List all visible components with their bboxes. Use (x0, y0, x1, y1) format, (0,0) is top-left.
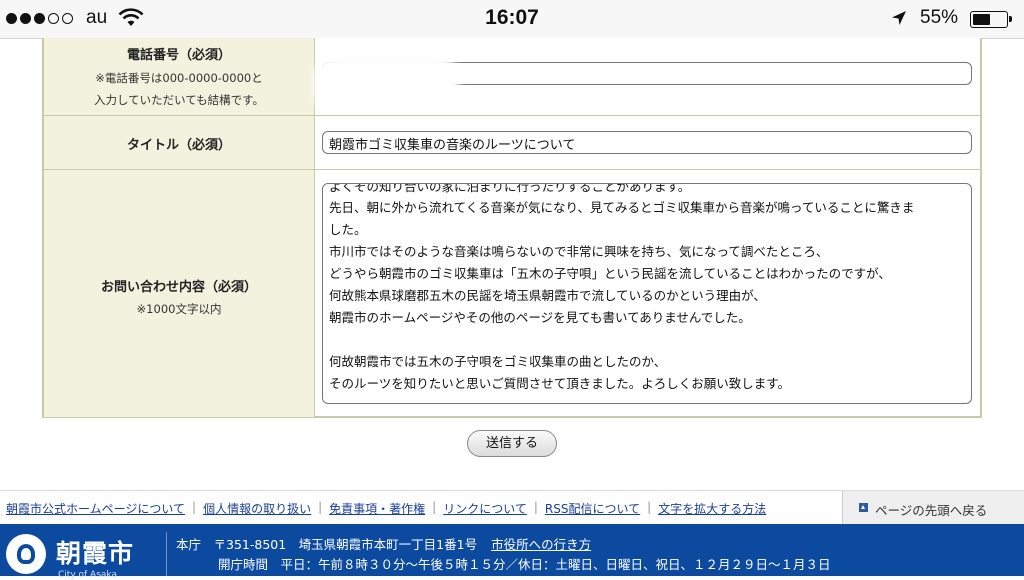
city-logo-en: City of Asaka (58, 570, 117, 580)
phone-note-1: ※電話番号は000-0000-0000と (95, 71, 263, 85)
redacted-area (314, 56, 459, 114)
footer-link-disclaimer[interactable]: 免責事項・著作権 (329, 500, 425, 517)
status-bar: au 16:07 55% (0, 0, 1024, 39)
title-label-cell: タイトル（必須） (44, 116, 315, 170)
inquiry-row: お問い合わせ内容（必須） ※1000文字以内 よくその知り合いの家に泊まりに行っ… (44, 169, 980, 417)
title-input[interactable]: 朝霞市ゴミ収集車の音楽のルーツについて (322, 131, 972, 154)
footer-address: 本庁 〒351-8501 埼玉県朝霞市本町一丁目1番1号 市役所への行き方 (176, 534, 591, 553)
textarea-line: 市川市ではそのような音楽は鳴らないので非常に興味を持ち、気になって調べたところ、 (329, 244, 829, 259)
back-to-top-label: ページの先頭へ戻る (875, 503, 988, 518)
textarea-line: した。 (329, 222, 367, 237)
link-separator: | (192, 500, 197, 514)
textarea-line: 朝霞市のホームページやその他のページを見ても書いてありませんでした。 (329, 310, 751, 325)
city-emblem-icon (6, 534, 46, 574)
footer-link-about[interactable]: 朝霞市公式ホームページについて (6, 500, 185, 517)
submit-button[interactable]: 送信する (467, 430, 557, 457)
battery-percent: 55% (920, 7, 959, 28)
phone-label-cell: 電話番号（必須） ※電話番号は000-0000-0000と 入力していただいても… (44, 38, 315, 115)
inquiry-label-cell: お問い合わせ内容（必須） ※1000文字以内 (44, 170, 315, 417)
textarea-line: 何故朝霞市では五木の子守唄をゴミ収集車の曲としたのか、 (329, 354, 667, 369)
title-label: タイトル（必須） (126, 138, 231, 153)
title-row: タイトル（必須） 朝霞市ゴミ収集車の音楽のルーツについて (44, 115, 980, 170)
status-time: 16:07 (485, 6, 539, 29)
footer-divider (166, 532, 167, 576)
link-separator: | (318, 500, 323, 514)
link-separator: | (533, 500, 538, 514)
inquiry-form-table: 電話番号（必須） ※電話番号は000-0000-0000と 入力していただいても… (42, 38, 982, 418)
textarea-line: よくその知り合いの家に泊まりに行ったりすることがあります。 (329, 183, 691, 194)
footer-link-privacy[interactable]: 個人情報の取り扱い (203, 500, 311, 517)
city-logo[interactable]: 朝霞市 City of Asaka (6, 530, 166, 580)
link-separator: | (647, 500, 652, 514)
footer-link-links[interactable]: リンクについて (443, 500, 527, 517)
title-input-value: 朝霞市ゴミ収集車の音楽のルーツについて (329, 138, 576, 153)
footer-link-text-size[interactable]: 文字を拡大する方法 (658, 500, 766, 517)
inquiry-textarea[interactable]: よくその知り合いの家に泊まりに行ったりすることがあります。 先日、朝に外から流れ… (322, 183, 972, 404)
back-to-top-button[interactable]: ページの先頭へ戻る (842, 491, 1024, 525)
textarea-line: 何故熊本県球磨郡五木の民謡を埼玉県朝霞市で流しているのかという理由が、 (329, 288, 766, 303)
inquiry-label: お問い合わせ内容（必須） (100, 280, 257, 295)
access-link[interactable]: 市役所への行き方 (491, 537, 591, 552)
address-text: 本庁 〒351-8501 埼玉県朝霞市本町一丁目1番1号 (176, 537, 478, 552)
arrow-up-icon (859, 503, 868, 512)
footer-links-bar: 朝霞市公式ホームページについて | 個人情報の取り扱い | 免責事項・著作権 |… (0, 490, 1024, 525)
footer-link-rss[interactable]: RSS配信について (545, 500, 640, 517)
phone-note-2: 入力していただいても結構です。 (93, 93, 265, 107)
phone-row: 電話番号（必須） ※電話番号は000-0000-0000と 入力していただいても… (44, 38, 980, 115)
phone-label: 電話番号（必須） (126, 48, 231, 63)
inquiry-note: ※1000文字以内 (136, 302, 222, 316)
footer-link-list: 朝霞市公式ホームページについて | 個人情報の取り扱い | 免責事項・著作権 |… (6, 500, 766, 517)
location-arrow-icon (892, 11, 906, 25)
site-footer: 朝霞市 City of Asaka 本庁 〒351-8501 埼玉県朝霞市本町一… (0, 524, 1024, 580)
textarea-line: そのルーツを知りたいと思いご質問させて頂きました。よろしくお願い致します。 (329, 376, 791, 391)
city-logo-name: 朝霞市 (56, 539, 135, 568)
textarea-line: 先日、朝に外から流れてくる音楽が気になり、見てみるとゴミ収集車から音楽が鳴ってい… (329, 200, 915, 215)
textarea-line: どうやら朝霞市のゴミ収集車は「五木の子守唄」という民謡を流していることはわかった… (329, 266, 891, 281)
link-separator: | (432, 500, 437, 514)
battery-icon (970, 11, 1012, 28)
office-hours: 開庁時間 平日：午前８時３０分〜午後５時１５分／休日：土曜日、日曜日、祝日、１２… (218, 557, 831, 572)
